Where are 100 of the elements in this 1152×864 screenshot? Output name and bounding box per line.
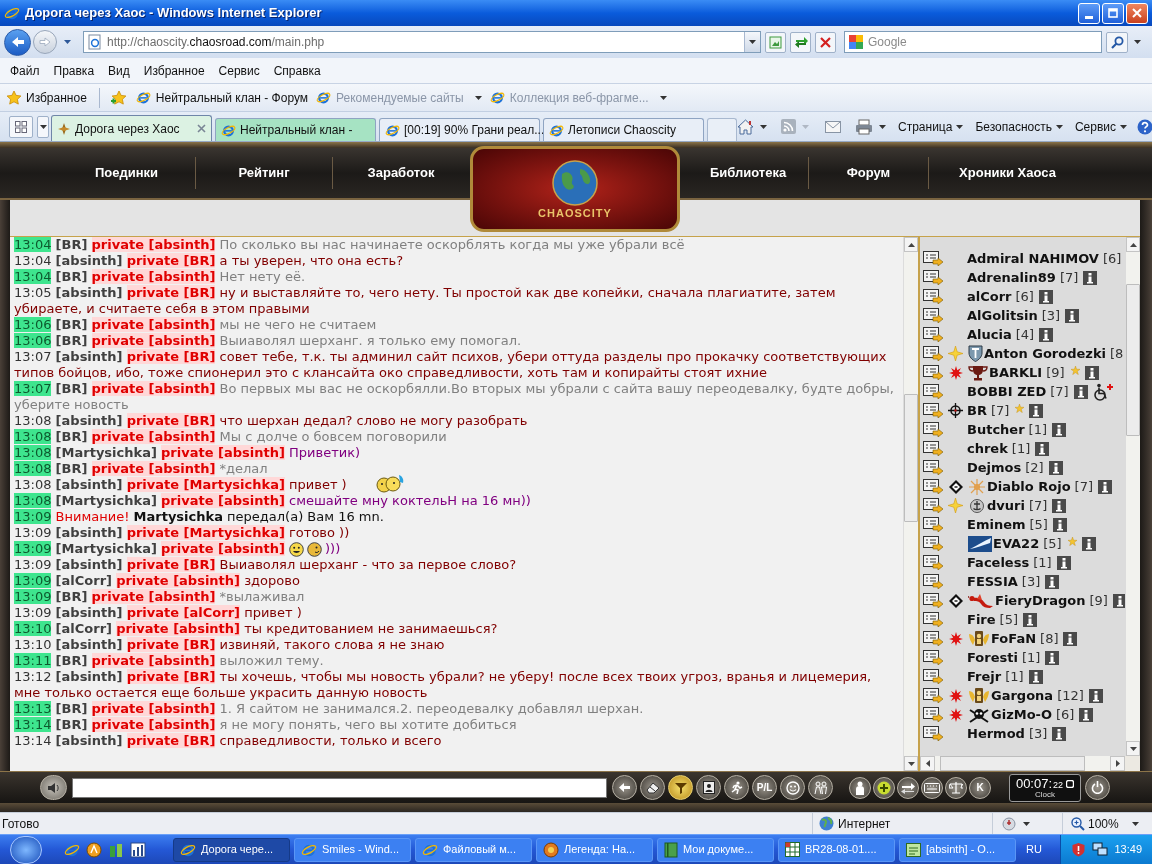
browser-tab[interactable]: Дорога через Хаос bbox=[51, 115, 212, 141]
user-name[interactable]: FoFaN bbox=[991, 628, 1037, 649]
card-arrow-icon[interactable] bbox=[923, 251, 944, 266]
user-name[interactable]: Frejr bbox=[967, 666, 1002, 687]
card-arrow-icon[interactable] bbox=[923, 403, 944, 418]
private-recipient[interactable]: private [Martysichka] bbox=[126, 477, 285, 492]
scroll-up-button[interactable] bbox=[904, 237, 918, 252]
address-field[interactable]: http://chaoscity.chaosroad.com/main.php bbox=[83, 31, 761, 53]
toolbar-button[interactable] bbox=[640, 775, 665, 800]
browser-tab[interactable]: Летописи Chaoscity bbox=[543, 118, 704, 141]
info-icon[interactable] bbox=[1112, 593, 1125, 608]
user-name[interactable]: Butcher bbox=[967, 419, 1025, 440]
menu-item[interactable]: Справка bbox=[266, 61, 328, 80]
command-menu[interactable]: Сервис bbox=[1074, 117, 1128, 136]
favorites-button[interactable]: Избранное bbox=[6, 88, 87, 107]
nav-link[interactable]: Хроники Хаоса bbox=[959, 163, 1056, 183]
shield-alert-icon[interactable] bbox=[1071, 842, 1087, 857]
close-tab-button[interactable] bbox=[197, 124, 206, 133]
info-icon[interactable] bbox=[1023, 612, 1037, 627]
search-button[interactable] bbox=[1106, 31, 1128, 53]
caret-icon[interactable] bbox=[64, 40, 71, 44]
card-arrow-icon[interactable] bbox=[923, 593, 944, 608]
card-arrow-icon[interactable] bbox=[923, 365, 944, 380]
menu-item[interactable]: Правка bbox=[46, 61, 102, 80]
toolbar-button[interactable]: K bbox=[969, 776, 991, 799]
info-icon[interactable] bbox=[1056, 555, 1071, 570]
toolbar-button[interactable] bbox=[696, 775, 721, 800]
mail-button[interactable] bbox=[825, 120, 841, 133]
card-arrow-icon[interactable] bbox=[923, 384, 944, 399]
chart-icon[interactable] bbox=[130, 841, 146, 858]
card-arrow-icon[interactable] bbox=[923, 498, 944, 513]
card-arrow-icon[interactable] bbox=[923, 270, 944, 285]
print-button[interactable] bbox=[855, 118, 886, 135]
add-favorite-button[interactable] bbox=[109, 89, 128, 106]
network-icon[interactable] bbox=[1092, 842, 1109, 857]
info-icon[interactable] bbox=[1045, 650, 1060, 665]
info-icon[interactable] bbox=[1052, 517, 1067, 532]
card-arrow-icon[interactable] bbox=[923, 612, 944, 627]
taskbar-button[interactable]: Легенда: На... bbox=[536, 837, 653, 862]
card-arrow-icon[interactable] bbox=[923, 479, 944, 494]
command-menu[interactable]: Безопасность bbox=[975, 117, 1063, 136]
info-icon[interactable] bbox=[1038, 289, 1053, 304]
user-name[interactable]: BOBBI ZED bbox=[967, 381, 1047, 402]
menu-item[interactable]: Файл bbox=[3, 61, 47, 80]
search-input[interactable]: Google bbox=[868, 33, 1088, 51]
scroll-thumb[interactable] bbox=[940, 756, 1085, 771]
toolbar-button[interactable] bbox=[668, 775, 693, 800]
card-arrow-icon[interactable] bbox=[923, 536, 944, 551]
toolbar-button[interactable] bbox=[849, 776, 871, 799]
user-name[interactable]: Adrenalin89 bbox=[967, 267, 1056, 288]
disc-icon[interactable] bbox=[86, 841, 102, 858]
taskbar-button[interactable]: Файловый м... bbox=[415, 837, 532, 862]
card-arrow-icon[interactable] bbox=[923, 555, 944, 570]
scroll-right-button[interactable] bbox=[1110, 756, 1125, 771]
user-name[interactable]: AlGolitsin bbox=[967, 305, 1038, 326]
toolbar-button[interactable] bbox=[808, 775, 833, 800]
user-name[interactable]: Hermod bbox=[967, 723, 1025, 744]
card-arrow-icon[interactable] bbox=[923, 327, 944, 342]
user-name[interactable]: Alucia bbox=[967, 324, 1012, 345]
power-button[interactable] bbox=[1085, 775, 1110, 800]
refresh-button[interactable] bbox=[790, 31, 811, 53]
back-button[interactable] bbox=[4, 28, 31, 56]
card-arrow-icon[interactable] bbox=[923, 460, 944, 475]
info-icon[interactable] bbox=[1081, 536, 1096, 551]
info-icon[interactable] bbox=[1052, 498, 1067, 513]
toolbar-button[interactable] bbox=[780, 775, 805, 800]
info-icon[interactable] bbox=[1063, 631, 1078, 646]
quick-tabs-button[interactable] bbox=[9, 115, 33, 138]
card-arrow-icon[interactable] bbox=[923, 441, 944, 456]
sender-name[interactable]: [absinth] bbox=[55, 477, 123, 492]
user-name[interactable]: alCorr bbox=[967, 286, 1012, 307]
user-name[interactable]: FESSIA bbox=[967, 571, 1018, 592]
info-icon[interactable] bbox=[1039, 327, 1054, 342]
browser-tab[interactable]: Нейтральный клан - bbox=[215, 118, 376, 141]
card-arrow-icon[interactable] bbox=[923, 726, 944, 741]
private-recipient[interactable]: private [absinth] bbox=[161, 541, 285, 556]
favorite-link[interactable]: Нейтральный клан - Форум bbox=[155, 88, 309, 107]
close-button[interactable] bbox=[1126, 2, 1148, 24]
home-button[interactable] bbox=[737, 118, 767, 135]
user-name[interactable]: Fire bbox=[967, 609, 996, 630]
info-icon[interactable] bbox=[1045, 574, 1060, 589]
address-dropdown-button[interactable] bbox=[744, 32, 760, 52]
info-icon[interactable] bbox=[1035, 441, 1050, 456]
card-arrow-icon[interactable] bbox=[923, 669, 944, 684]
info-icon[interactable] bbox=[1052, 422, 1066, 437]
nav-link[interactable]: Поединки bbox=[94, 163, 159, 183]
info-icon[interactable] bbox=[1048, 460, 1063, 475]
toolbar-button[interactable] bbox=[897, 776, 919, 799]
card-arrow-icon[interactable] bbox=[923, 346, 944, 361]
card-arrow-icon[interactable] bbox=[923, 308, 944, 323]
scroll-down-button[interactable] bbox=[904, 756, 918, 771]
toolbar-button[interactable] bbox=[724, 775, 749, 800]
minimize-button[interactable] bbox=[1078, 2, 1100, 24]
info-icon[interactable] bbox=[1084, 365, 1099, 380]
sound-button[interactable] bbox=[40, 775, 67, 800]
user-name[interactable]: dvuri bbox=[987, 495, 1025, 516]
toolbar-button[interactable] bbox=[873, 776, 895, 799]
card-arrow-icon[interactable] bbox=[923, 289, 944, 304]
info-icon[interactable] bbox=[1065, 308, 1080, 323]
user-name[interactable]: Gargona bbox=[991, 685, 1054, 706]
